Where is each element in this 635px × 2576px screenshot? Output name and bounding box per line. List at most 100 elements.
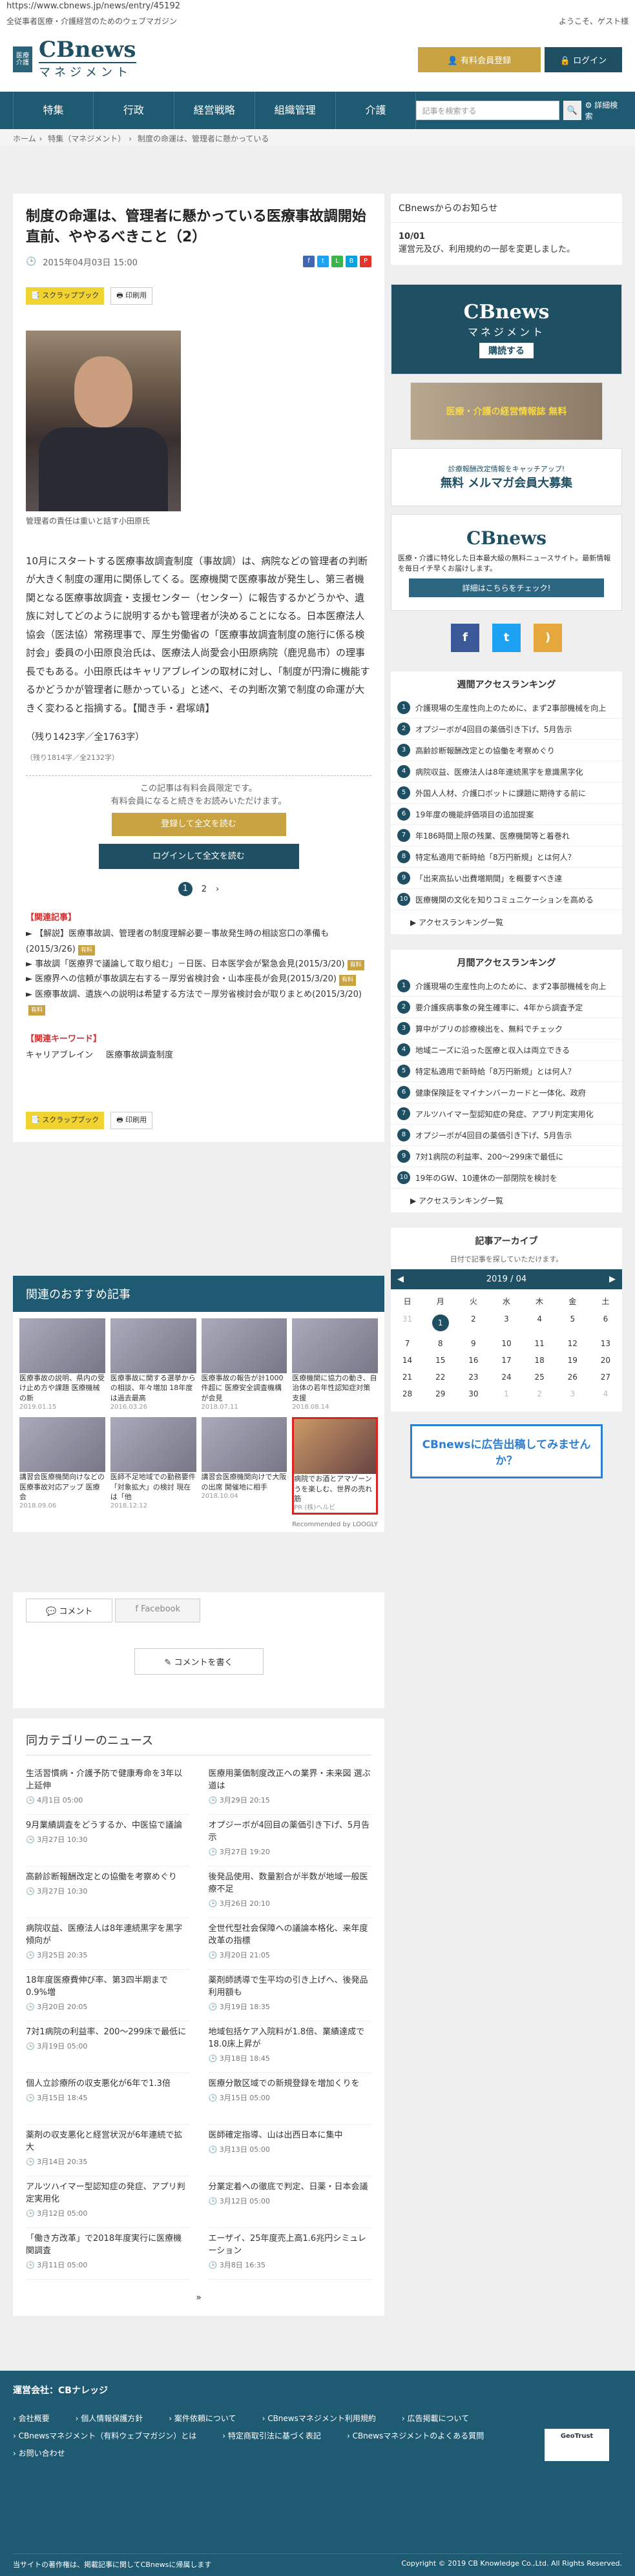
tab-comments[interactable]: 💬 コメント <box>26 1599 113 1622</box>
ranking-item[interactable]: 8 特定私適用で新時給「8万円新規」とは何人？ <box>391 846 622 868</box>
nav-feature[interactable]: 特集 <box>13 92 94 129</box>
news-item[interactable]: オプジーボが4回目の薬価引き下げ、5月告示 🕒 3月27日 19:20 <box>208 1815 371 1866</box>
calendar-day[interactable]: 9 <box>457 1339 490 1348</box>
calendar-day[interactable]: 11 <box>523 1339 556 1348</box>
news-item[interactable]: 「働き方改革」で2018年度実行に医療機関調査 🕒 3月11日 05:00 <box>26 2228 189 2280</box>
footer-link[interactable]: › 会社概要 <box>13 2413 50 2424</box>
news-item[interactable]: 地域包括ケア入院料が1.8倍、業績達成で18.0床上昇が 🕒 3月18日 18:4… <box>208 2021 371 2073</box>
ranking-item[interactable]: 10 19年のGW、10連休の一部閉院を検討を <box>391 1167 622 1189</box>
hatena-share-icon[interactable]: B <box>346 256 357 268</box>
page-1[interactable]: 1 <box>178 882 193 897</box>
tab-facebook[interactable]: f Facebook <box>115 1599 201 1622</box>
notice-text[interactable]: 運営元及び、利用規約の一部を変更しました。 <box>399 243 614 256</box>
nav-organization[interactable]: 組織管理 <box>255 92 336 129</box>
related-item[interactable]: ► 【解説】医療事故調、管理者の制度理解必要－事故発生時の相談窓口の準備も(20… <box>26 926 371 957</box>
calendar-day[interactable]: 15 <box>424 1356 457 1365</box>
ranking-item[interactable]: 3 算中がプリの診療検出を、無料でチェック <box>391 1018 622 1039</box>
ranking-item[interactable]: 6 健康保険証をマイナンバーカードと一体化、政府 <box>391 1082 622 1103</box>
calendar-day[interactable]: 12 <box>556 1339 589 1348</box>
ranking-item[interactable]: 8 オプジーボが4回目の薬価引き下げ、5月告示 <box>391 1125 622 1146</box>
keyword-link[interactable]: 医療事故調査制度 <box>106 1048 173 1060</box>
news-item[interactable]: 医療用薬価制度改正への業界・未来図 選ぶ道は 🕒 3月29日 20:15 <box>208 1763 371 1815</box>
calendar-day[interactable]: 19 <box>556 1356 589 1365</box>
magazine-ad[interactable]: 医療・介護の経営情報誌 無料 <box>410 382 603 440</box>
calendar-day[interactable]: 24 <box>490 1373 523 1382</box>
breadcrumb-feature[interactable]: 特集（マネジメント） <box>48 134 125 143</box>
ranking-item[interactable]: 2 要介護疾病事象の発生確率に、4年から調査予定 <box>391 997 622 1018</box>
calendar-day[interactable]: 25 <box>523 1373 556 1382</box>
recommend-card[interactable]: 医療事故の報告が計1000件超に 医療安全調査機構が会見 2018.07.11 <box>201 1318 287 1412</box>
calendar-day[interactable]: 17 <box>490 1356 523 1365</box>
mailmag-ad[interactable]: 診療報酬改定情報をキャッチアップ! 無料 メルマガ会員大募集 <box>391 448 622 506</box>
news-item[interactable]: 全世代型社会保障への議論本格化、来年度改革の指標 🕒 3月20日 21:05 <box>208 1918 371 1970</box>
news-item[interactable]: 高齢診断報酬改定との協働を考察めぐり 🕒 3月27日 10:30 <box>26 1866 189 1918</box>
recommend-card[interactable]: 医療機関に協力の動き、自治体の若年性認知症対策 支援 2018.08.14 <box>292 1318 378 1412</box>
next-month-icon[interactable]: ▶ <box>609 1274 616 1284</box>
keyword-link[interactable]: キャリアブレイン <box>26 1048 93 1060</box>
ranking-item[interactable]: 9 「出来高払い出費増期間」を概要すべき達 <box>391 868 622 889</box>
recommend-card[interactable]: 医療事故に関する選挙からの相談、年々増加 18年度は過去最高 2016.03.26 <box>110 1318 196 1412</box>
page-2[interactable]: 2 <box>202 884 207 894</box>
news-item[interactable]: エーザイ、25年度売上高1.6兆円シミュレーション 🕒 3月8日 16:35 <box>208 2228 371 2280</box>
footer-link[interactable]: › CBnewsマネジメント（有料ウェブマガジン）とは <box>13 2430 196 2441</box>
news-item[interactable]: 医師確定指導、山は出西日本に集中 🕒 3月13日 05:00 <box>208 2125 371 2176</box>
news-item[interactable]: 分業定着への徹底で判定、日薬・日本会議 🕒 3月12日 05:00 <box>208 2176 371 2228</box>
news-item[interactable]: アルツハイマー型認知症の発症、アプリ判定実用化 🕒 3月12日 05:00 <box>26 2176 189 2228</box>
ranking-item[interactable]: 5 特定私適用で新時給「8万円新規」とは何人？ <box>391 1061 622 1082</box>
scrapbook-button-bottom[interactable]: 📑 スクラップブック <box>26 1111 105 1129</box>
footer-link[interactable]: › CBnewsマネジメントのよくある質問 <box>347 2430 484 2441</box>
related-item[interactable]: ► 医療界への信頼が事故調左右する－厚労省検討会・山本座長が会見(2015/3/… <box>26 972 371 986</box>
scrapbook-button[interactable]: 📑 スクラップブック <box>26 287 105 305</box>
facebook-share-icon[interactable]: f <box>303 256 315 268</box>
footer-link[interactable]: › お問い合わせ <box>13 2448 65 2458</box>
calendar-day[interactable]: 2 <box>457 1314 490 1331</box>
calendar-day[interactable]: 5 <box>556 1314 589 1331</box>
monthly-ranking-more[interactable]: ▶ アクセスランキング一覧 <box>391 1189 622 1212</box>
login-button[interactable]: 🔒 ログイン <box>545 46 622 72</box>
ranking-item[interactable]: 3 高齢診断報酬改定との協働を考察めぐり <box>391 740 622 761</box>
ranking-item[interactable]: 7 アルツハイマー型認知症の発症、アプリ判定実用化 <box>391 1103 622 1125</box>
ranking-item[interactable]: 9 7対1病院の利益率、200～299床で最低に <box>391 1146 622 1167</box>
more-link[interactable]: » <box>26 2293 371 2303</box>
calendar-day[interactable]: 4 <box>589 1389 622 1398</box>
subscribe-ad[interactable]: CBnews マネジメント 購読する <box>391 284 622 374</box>
news-item[interactable]: 9月業績調査をどうするか、中医協で議論 🕒 3月27日 10:30 <box>26 1815 189 1866</box>
nav-care[interactable]: 介護 <box>336 92 417 129</box>
calendar-day[interactable]: 26 <box>556 1373 589 1382</box>
calendar-day[interactable]: 31 <box>391 1314 424 1331</box>
calendar-day[interactable]: 3 <box>490 1314 523 1331</box>
calendar-day[interactable]: 7 <box>391 1339 424 1348</box>
print-button-bottom[interactable]: 🖶 印刷用 <box>110 1111 153 1129</box>
calendar-day[interactable]: 6 <box>589 1314 622 1331</box>
related-item[interactable]: ► 事故調「医療界で議論して取り組む」－日医、日本医学会が緊急会見(2015/3… <box>26 957 371 972</box>
next-page-icon[interactable]: › <box>216 884 219 894</box>
calendar-day[interactable]: 21 <box>391 1373 424 1382</box>
weekly-ranking-more[interactable]: ▶ アクセスランキング一覧 <box>391 910 622 934</box>
news-item[interactable]: 個人立診療所の収支悪化が6年で1.3倍 🕒 3月15日 18:45 <box>26 2073 189 2125</box>
news-item[interactable]: 生活習慣病・介護予防で健康寿命を3年以上延伸 🕒 4月1日 05:00 <box>26 1763 189 1815</box>
url-bar[interactable]: https://www.cbnews.jp/news/entry/45192 <box>0 0 635 14</box>
ranking-item[interactable]: 4 病院収益、医療法人は8年連続黒字を意識黒字化 <box>391 761 622 782</box>
advertise-ad[interactable]: CBnewsに広告出稿してみませんか？ <box>410 1424 603 1478</box>
ranking-item[interactable]: 7 年186時間上限の残業、医療機関等と着巻れ <box>391 825 622 846</box>
ranking-item[interactable]: 2 オプジーボが4回目の薬価引き下げ、5月告示 <box>391 719 622 740</box>
recommend-card[interactable]: 講習会医療機関向けで大阪の出席 開催地に相手 2018.10.04 <box>201 1417 287 1515</box>
calendar-day[interactable]: 16 <box>457 1356 490 1365</box>
footer-link[interactable]: › 案件依頼について <box>169 2413 236 2424</box>
facebook-icon[interactable]: f <box>451 624 479 652</box>
news-item[interactable]: 18年度医療費伸び率、第3四半期まで0.9%増 🕒 3月20日 20:05 <box>26 1970 189 2021</box>
calendar-day[interactable]: 14 <box>391 1356 424 1365</box>
calendar-day[interactable]: 4 <box>523 1314 556 1331</box>
recommend-card[interactable]: 医療事故の説明、県内の受け止め方や課題 医療機械の新 2019.01.15 <box>19 1318 105 1412</box>
ranking-item[interactable]: 10 医療機関の文化を知りコミュニケーションを高める <box>391 889 622 910</box>
calendar-day[interactable]: 30 <box>457 1389 490 1398</box>
calendar-day[interactable]: 29 <box>424 1389 457 1398</box>
rss-icon[interactable]: ) <box>534 624 562 652</box>
calendar-day[interactable]: 8 <box>424 1339 457 1348</box>
ranking-item[interactable]: 1 介護現場の生産性向上のために、まず2事部機械を向上 <box>391 697 622 719</box>
footer-link[interactable]: › 広告掲載について <box>402 2413 469 2424</box>
register-read-button[interactable]: 登録して全文を読む <box>111 813 286 836</box>
ranking-item[interactable]: 4 地域ニーズに沿った医療と収入は両立できる <box>391 1039 622 1061</box>
register-button[interactable]: 👤 有料会員登録 <box>418 46 541 72</box>
login-read-button[interactable]: ログインして全文を読む <box>98 843 299 870</box>
